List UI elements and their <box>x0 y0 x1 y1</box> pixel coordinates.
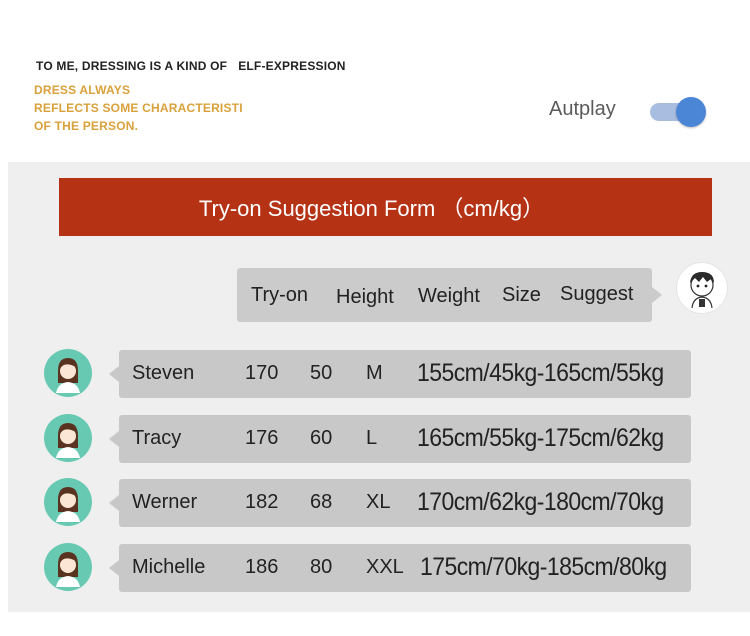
table-row: Steven 170 50 M 155cm/45kg-165cm/55kg <box>109 350 691 398</box>
column-height: Height <box>336 286 394 308</box>
column-suggest: Suggest <box>560 283 634 305</box>
subtext-line-2: REFLECTS SOME CHARACTERISTI <box>34 101 243 115</box>
row-height: 176 <box>245 427 279 449</box>
tagline: TO ME, DRESSING IS A KIND OF ELF-EXPRESSI… <box>36 59 346 73</box>
row-name: Michelle <box>132 556 206 578</box>
row-suggest: 165cm/55kg-175cm/62kg <box>417 424 664 452</box>
row-name: Werner <box>132 491 198 513</box>
row-size: L <box>366 427 378 449</box>
tagline-part2: ELF-EXPRESSION <box>238 59 346 73</box>
column-header-bubble: Try-on Height Weight Size Suggest <box>237 268 662 322</box>
row-suggest: 170cm/62kg-180cm/70kg <box>417 488 664 516</box>
row-suggest: 175cm/70kg-185cm/80kg <box>420 553 667 581</box>
female-avatar-icon <box>44 543 92 591</box>
male-avatar-icon <box>676 262 728 314</box>
subtext: DRESS ALWAYS REFLECTS SOME CHARACTERISTI… <box>34 81 243 135</box>
female-avatar-icon <box>44 349 92 397</box>
column-weight: Weight <box>418 285 480 307</box>
row-height: 182 <box>245 491 279 513</box>
column-tryon: Try-on <box>251 284 309 306</box>
table-row: Michelle 186 80 XXL 175cm/70kg-185cm/80k… <box>109 544 691 592</box>
column-size: Size <box>502 284 541 306</box>
row-weight: 50 <box>310 362 333 384</box>
row-height: 186 <box>245 556 279 578</box>
row-size: XXL <box>366 556 404 578</box>
female-avatar-icon <box>44 478 92 526</box>
row-size: M <box>366 362 383 384</box>
row-size: XL <box>366 491 391 513</box>
row-weight: 68 <box>310 491 333 513</box>
subtext-line-1: DRESS ALWAYS <box>34 83 131 97</box>
form-title-banner: Try-on Suggestion Form （cm/kg） <box>59 178 712 236</box>
table-row: Werner 182 68 XL 170cm/62kg-180cm/70kg <box>109 479 691 527</box>
female-avatar-icon <box>44 414 92 462</box>
row-name: Tracy <box>132 427 182 449</box>
row-name: Steven <box>132 362 195 384</box>
autoplay-toggle[interactable] <box>650 97 708 127</box>
row-suggest: 155cm/45kg-165cm/55kg <box>417 359 664 387</box>
toggle-knob[interactable] <box>676 97 706 127</box>
row-weight: 60 <box>310 427 333 449</box>
form-title: Try-on Suggestion Form （cm/kg） <box>198 196 545 221</box>
table-row: Tracy 176 60 L 165cm/55kg-175cm/62kg <box>109 415 691 463</box>
autoplay-label: Autplay <box>549 98 616 120</box>
tagline-part1: TO ME, DRESSING IS A KIND OF <box>36 59 228 73</box>
row-weight: 80 <box>310 556 333 578</box>
row-height: 170 <box>245 362 279 384</box>
subtext-line-3: OF THE PERSON. <box>34 119 139 133</box>
